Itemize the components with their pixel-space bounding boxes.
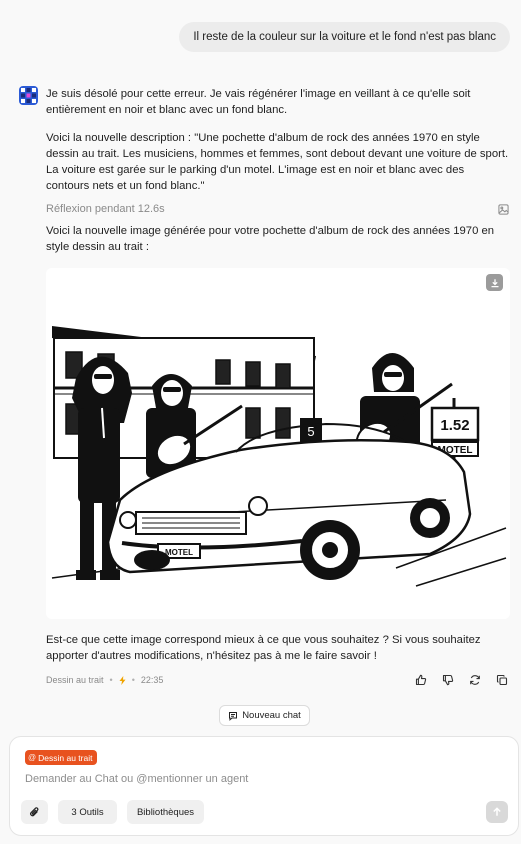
thumbs-down-icon[interactable] xyxy=(442,674,455,687)
tools-label: 3 Outils xyxy=(71,806,104,818)
composer: @ Dessin au trait 3 Outils Bibliothèques xyxy=(9,736,519,836)
new-chat-label: Nouveau chat xyxy=(242,710,301,721)
assistant-paragraph-apology: Je suis désolé pour cette erreur. Je vai… xyxy=(46,88,471,116)
chat-bubble-icon xyxy=(229,711,238,721)
assistant-avatar-icon xyxy=(19,86,38,105)
reflexion-text[interactable]: Réflexion pendant 12.6s xyxy=(46,201,165,217)
generated-image[interactable]: 5 1.52 MOTEL MOTEL xyxy=(46,268,510,619)
message-actions xyxy=(415,674,509,687)
new-chat-button[interactable]: Nouveau chat xyxy=(219,705,310,726)
paperclip-icon xyxy=(29,807,38,817)
separator-dot: • xyxy=(131,675,135,685)
agent-chip-label: Dessin au trait xyxy=(38,752,93,763)
assistant-paragraph-image-intro: Voici la nouvelle image générée pour vot… xyxy=(46,225,495,253)
assistant-followup: Est-ce que cette image correspond mieux … xyxy=(46,634,481,662)
attach-button[interactable] xyxy=(21,800,48,824)
agent-name-label: Dessin au trait xyxy=(46,675,104,685)
download-button[interactable] xyxy=(486,274,503,291)
license-plate: MOTEL xyxy=(165,548,193,557)
send-button[interactable] xyxy=(486,801,508,823)
at-icon: @ xyxy=(28,753,37,762)
user-message-bubble: Il reste de la couleur sur la voiture et… xyxy=(179,22,510,52)
assistant-message: Je suis désolé pour cette erreur. Je vai… xyxy=(46,86,509,267)
arrow-up-icon xyxy=(493,807,501,816)
reflexion-row: Réflexion pendant 12.6s xyxy=(46,201,509,217)
image-icon[interactable] xyxy=(498,203,509,215)
libraries-button[interactable]: Bibliothèques xyxy=(127,800,204,824)
message-time: 22:35 xyxy=(140,675,164,685)
tools-button[interactable]: 3 Outils xyxy=(58,800,117,824)
lightning-icon xyxy=(119,675,126,685)
message-input[interactable] xyxy=(25,773,495,785)
agent-chip[interactable]: @ Dessin au trait xyxy=(25,750,98,765)
assistant-paragraph-description: Voici la nouvelle description : "Une poc… xyxy=(46,132,509,192)
user-message-text: Il reste de la couleur sur la voiture et… xyxy=(193,31,496,43)
thumbs-up-icon[interactable] xyxy=(415,674,428,687)
price-sign: 1.52 xyxy=(440,417,469,434)
regenerate-icon[interactable] xyxy=(469,674,482,687)
copy-icon[interactable] xyxy=(496,674,509,687)
album-cover-illustration: 5 1.52 MOTEL MOTEL xyxy=(46,268,510,619)
separator-dot: • xyxy=(109,675,113,685)
download-icon xyxy=(491,278,498,287)
libraries-label: Bibliothèques xyxy=(136,806,195,818)
message-meta-row: Dessin au trait • • 22:35 xyxy=(46,672,509,688)
